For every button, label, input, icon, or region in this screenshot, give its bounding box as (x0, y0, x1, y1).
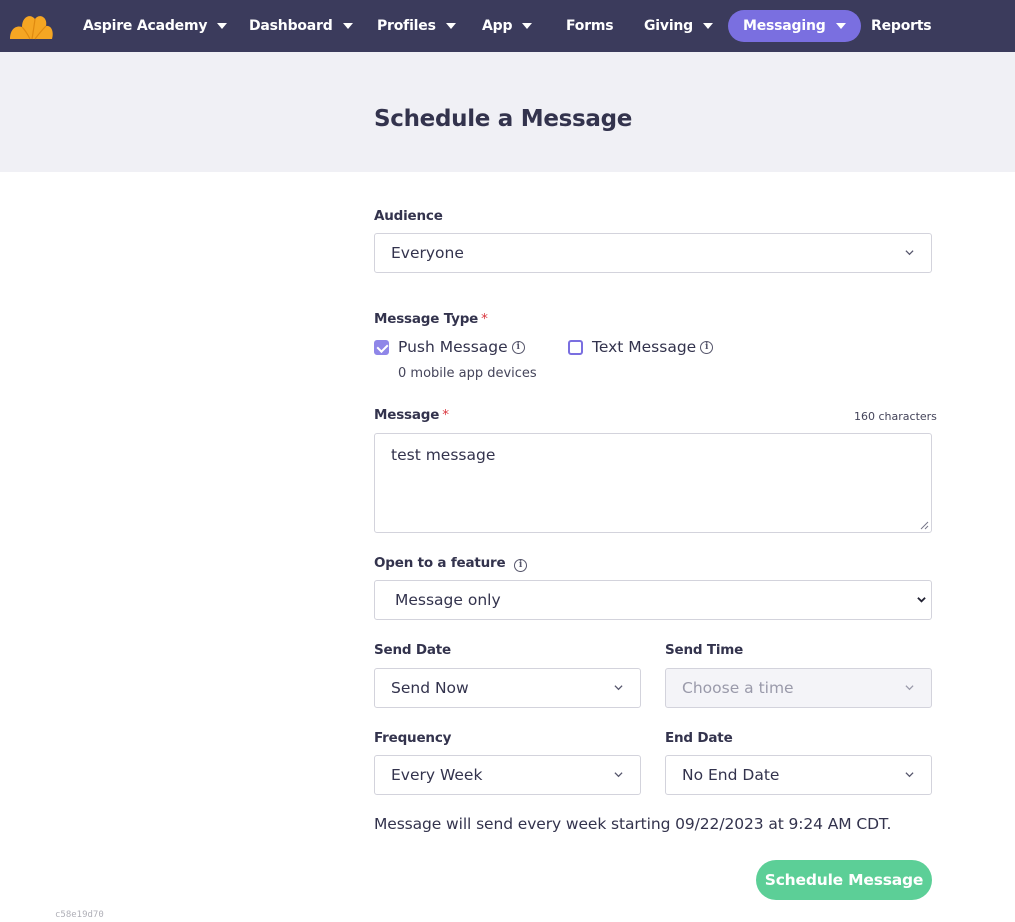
end-date-value: No End Date (682, 766, 780, 784)
send-date-label: Send Date (374, 642, 451, 658)
nav-profiles-label: Profiles (377, 18, 436, 34)
send-date-select[interactable]: Send Now (374, 668, 641, 708)
resize-grip-icon[interactable] (920, 521, 929, 530)
message-textarea[interactable]: test message (374, 433, 932, 533)
send-time-placeholder: Choose a time (682, 679, 794, 697)
chevron-down-icon (905, 250, 914, 256)
build-hash: c58e19d70 (55, 910, 104, 920)
feature-value: Message only (395, 591, 501, 609)
send-time-label: Send Time (665, 642, 744, 658)
chevron-down-icon (835, 23, 846, 29)
info-icon[interactable]: i (700, 340, 714, 354)
chevron-down-icon (917, 597, 926, 603)
text-message-label: Text Message (592, 338, 697, 356)
message-value: test message (391, 446, 496, 464)
nav-dashboard[interactable]: Dashboard (249, 10, 353, 42)
frequency-value: Every Week (391, 766, 483, 784)
chevron-down-icon (905, 772, 914, 778)
chevron-down-icon (905, 685, 914, 691)
chevron-down-icon (217, 23, 228, 29)
nav-reports[interactable]: Reports (871, 10, 932, 42)
message-label-text: Message (374, 407, 440, 423)
nav-app[interactable]: App (482, 10, 533, 42)
nav-messaging[interactable]: Messaging (728, 10, 861, 42)
nav-giving-label: Giving (644, 18, 694, 34)
message-type-label-text: Message Type (374, 311, 479, 327)
chevron-down-icon (614, 685, 623, 691)
chevron-down-icon (522, 23, 533, 29)
info-icon[interactable]: i (513, 559, 527, 572)
page-title: Schedule a Message (374, 106, 633, 132)
push-message-checkbox[interactable] (374, 339, 389, 355)
required-mark: * (442, 407, 449, 423)
send-date-value: Send Now (391, 679, 469, 697)
push-message-option[interactable]: Push Message i (374, 338, 525, 356)
chevron-down-icon (342, 23, 353, 29)
feature-select[interactable]: Message only (374, 580, 932, 620)
feature-label-text: Open to a feature (374, 555, 506, 571)
push-message-label: Push Message (398, 338, 508, 356)
audience-select[interactable]: Everyone (374, 233, 932, 273)
nav-brand-menu[interactable]: Aspire Academy (83, 10, 228, 42)
nav-reports-label: Reports (871, 18, 932, 34)
logo-icon[interactable] (8, 9, 54, 41)
message-label: Message * (374, 407, 449, 423)
nav-dashboard-label: Dashboard (249, 18, 333, 34)
feature-label: Open to a feature i (374, 555, 527, 572)
send-time-select[interactable]: Choose a time (665, 668, 932, 708)
schedule-message-button[interactable]: Schedule Message (756, 860, 932, 900)
nav-app-label: App (482, 18, 513, 34)
nav-forms[interactable]: Forms (566, 10, 614, 42)
end-date-select[interactable]: No End Date (665, 755, 932, 795)
push-device-count: 0 mobile app devices (398, 366, 537, 381)
info-icon[interactable]: i (511, 340, 525, 354)
chevron-down-icon (703, 23, 714, 29)
required-mark: * (481, 311, 488, 327)
nav-brand-label: Aspire Academy (83, 18, 208, 34)
schedule-summary: Message will send every week starting 09… (374, 815, 892, 833)
nav-profiles[interactable]: Profiles (377, 10, 456, 42)
audience-value: Everyone (391, 244, 464, 262)
audience-label: Audience (374, 208, 443, 224)
nav-giving[interactable]: Giving (644, 10, 714, 42)
nav-forms-label: Forms (566, 18, 614, 34)
frequency-label: Frequency (374, 730, 452, 746)
char-count: 160 characters (854, 410, 937, 423)
text-message-option[interactable]: Text Message i (568, 338, 714, 356)
chevron-down-icon (614, 772, 623, 778)
chevron-down-icon (445, 23, 456, 29)
top-navbar: Aspire Academy Dashboard Profiles App Fo… (0, 0, 1015, 52)
text-message-checkbox[interactable] (568, 339, 583, 355)
nav-messaging-label: Messaging (743, 18, 826, 34)
message-type-label: Message Type * (374, 311, 488, 327)
frequency-select[interactable]: Every Week (374, 755, 641, 795)
end-date-label: End Date (665, 730, 733, 746)
